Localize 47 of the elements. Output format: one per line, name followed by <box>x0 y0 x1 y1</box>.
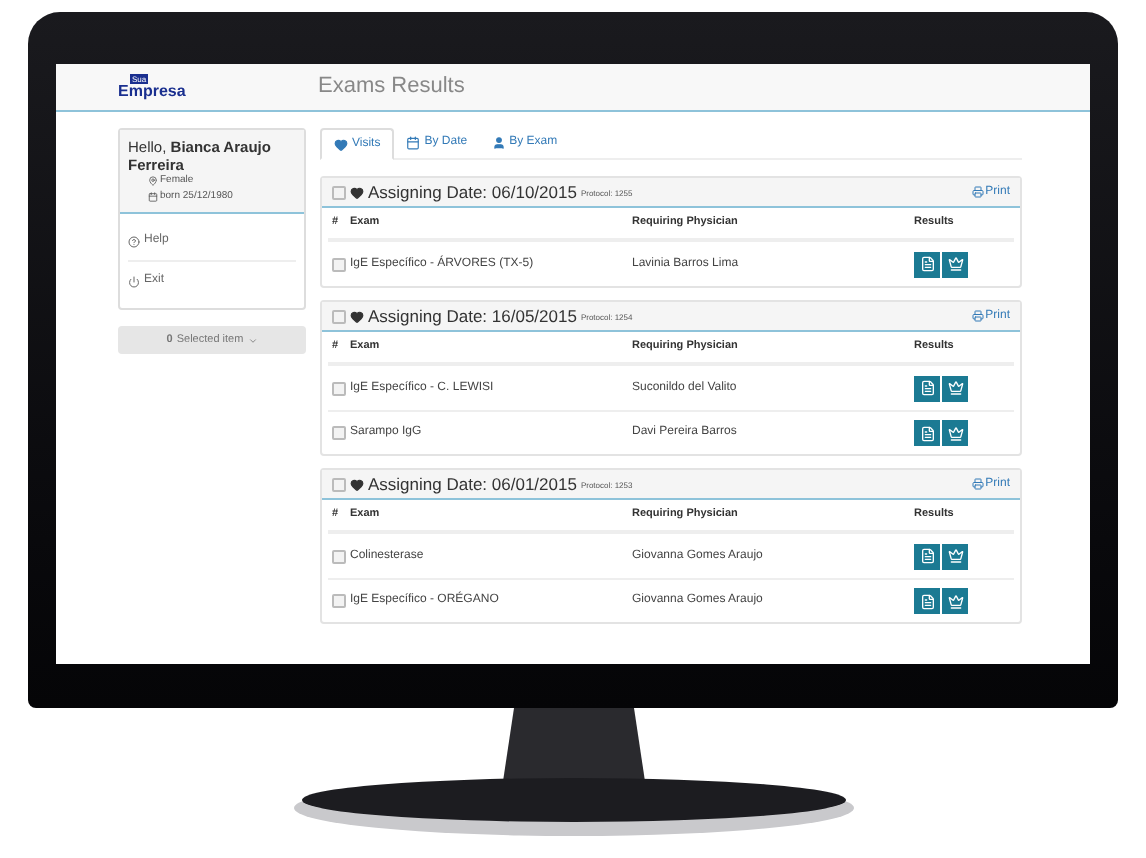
heart-icon <box>350 309 364 323</box>
help-icon <box>128 235 140 247</box>
crown-icon <box>947 425 963 441</box>
pin-icon <box>148 176 158 187</box>
checkbox[interactable] <box>332 426 346 440</box>
caret-icon <box>247 335 258 345</box>
crown-button[interactable] <box>942 420 968 446</box>
crown-button[interactable] <box>942 251 968 277</box>
document-button[interactable] <box>914 588 940 614</box>
calendar-icon <box>148 191 158 202</box>
document-icon <box>919 548 935 564</box>
document-icon <box>919 380 935 396</box>
checkbox[interactable] <box>332 594 346 608</box>
checkbox[interactable] <box>332 185 346 199</box>
crown-icon <box>947 380 963 396</box>
crown-button[interactable] <box>942 543 968 569</box>
crown-icon <box>947 256 963 272</box>
heart-icon <box>350 477 364 491</box>
logo-text: Empresa <box>118 84 186 100</box>
printer-icon <box>971 310 984 322</box>
page-title: Exams Results <box>318 72 465 103</box>
heart-icon <box>334 137 348 151</box>
visit-date: Assigning Date: 16/05/2015 <box>368 303 577 329</box>
heart-icon <box>350 185 364 199</box>
document-button[interactable] <box>914 420 940 446</box>
printer-icon <box>971 478 984 490</box>
power-icon <box>128 275 140 287</box>
document-icon <box>919 256 935 272</box>
crown-icon <box>947 593 963 609</box>
document-button[interactable] <box>914 251 940 277</box>
calendar-icon <box>406 135 421 149</box>
checkbox[interactable] <box>332 257 346 271</box>
visit-date: Assigning Date: 06/01/2015 <box>368 471 577 497</box>
printer-icon <box>971 186 984 198</box>
crown-button[interactable] <box>942 588 968 614</box>
checkbox[interactable] <box>332 309 346 323</box>
crown-icon <box>947 548 963 564</box>
checkbox[interactable] <box>332 549 346 563</box>
crown-button[interactable] <box>942 375 968 401</box>
document-button[interactable] <box>914 375 940 401</box>
document-icon <box>919 425 935 441</box>
document-icon <box>919 593 935 609</box>
person-icon <box>491 135 506 149</box>
visit-date: Assigning Date: 06/10/2015 <box>368 179 577 205</box>
checkbox[interactable] <box>332 381 346 395</box>
document-button[interactable] <box>914 543 940 569</box>
checkbox[interactable] <box>332 477 346 491</box>
